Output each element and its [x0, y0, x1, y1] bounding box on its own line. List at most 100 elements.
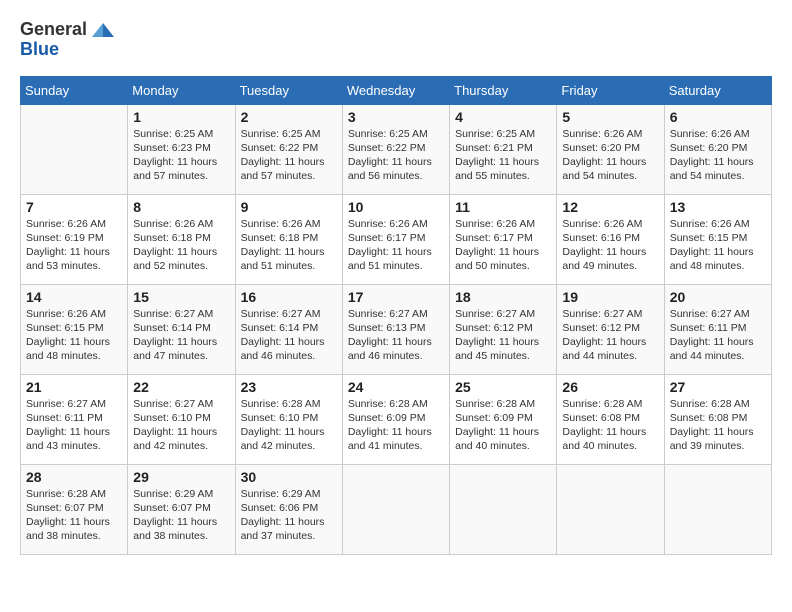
- calendar-cell: 21 Sunrise: 6:27 AM Sunset: 6:11 PM Dayli…: [21, 374, 128, 464]
- day-number: 27: [670, 379, 766, 395]
- calendar-week-row: 14 Sunrise: 6:26 AM Sunset: 6:15 PM Dayli…: [21, 284, 772, 374]
- cell-info: Sunrise: 6:27 AM Sunset: 6:10 PM Dayligh…: [133, 397, 229, 454]
- day-number: 12: [562, 199, 658, 215]
- day-number: 4: [455, 109, 551, 125]
- logo: General Blue: [20, 20, 114, 60]
- cell-info: Sunrise: 6:26 AM Sunset: 6:17 PM Dayligh…: [455, 217, 551, 274]
- cell-info: Sunrise: 6:27 AM Sunset: 6:14 PM Dayligh…: [241, 307, 337, 364]
- day-number: 19: [562, 289, 658, 305]
- calendar-cell: 2 Sunrise: 6:25 AM Sunset: 6:22 PM Daylig…: [235, 104, 342, 194]
- cell-info: Sunrise: 6:27 AM Sunset: 6:14 PM Dayligh…: [133, 307, 229, 364]
- day-number: 20: [670, 289, 766, 305]
- day-number: 23: [241, 379, 337, 395]
- calendar-table: SundayMondayTuesdayWednesdayThursdayFrid…: [20, 76, 772, 555]
- day-number: 6: [670, 109, 766, 125]
- calendar-cell: 1 Sunrise: 6:25 AM Sunset: 6:23 PM Daylig…: [128, 104, 235, 194]
- day-number: 17: [348, 289, 444, 305]
- calendar-cell: 15 Sunrise: 6:27 AM Sunset: 6:14 PM Dayli…: [128, 284, 235, 374]
- day-number: 8: [133, 199, 229, 215]
- day-number: 7: [26, 199, 122, 215]
- calendar-cell: 25 Sunrise: 6:28 AM Sunset: 6:09 PM Dayli…: [450, 374, 557, 464]
- calendar-week-row: 28Sunrise: 6:28 AM Sunset: 6:07 PM Dayli…: [21, 464, 772, 554]
- cell-info: Sunrise: 6:26 AM Sunset: 6:17 PM Dayligh…: [348, 217, 444, 274]
- day-number: 18: [455, 289, 551, 305]
- calendar-cell: 11Sunrise: 6:26 AM Sunset: 6:17 PM Dayli…: [450, 194, 557, 284]
- calendar-cell: [342, 464, 449, 554]
- day-number: 14: [26, 289, 122, 305]
- day-number: 10: [348, 199, 444, 215]
- calendar-cell: 14 Sunrise: 6:26 AM Sunset: 6:15 PM Dayli…: [21, 284, 128, 374]
- weekday-header: Sunday: [21, 76, 128, 104]
- calendar-cell: 16 Sunrise: 6:27 AM Sunset: 6:14 PM Dayli…: [235, 284, 342, 374]
- cell-info: Sunrise: 6:26 AM Sunset: 6:16 PM Dayligh…: [562, 217, 658, 274]
- calendar-cell: 3Sunrise: 6:25 AM Sunset: 6:22 PM Daylig…: [342, 104, 449, 194]
- weekday-header: Wednesday: [342, 76, 449, 104]
- day-number: 5: [562, 109, 658, 125]
- calendar-cell: 4 Sunrise: 6:25 AM Sunset: 6:21 PM Daylig…: [450, 104, 557, 194]
- day-number: 2: [241, 109, 337, 125]
- logo-blue: Blue: [20, 40, 114, 60]
- cell-info: Sunrise: 6:28 AM Sunset: 6:08 PM Dayligh…: [670, 397, 766, 454]
- calendar-week-row: 21 Sunrise: 6:27 AM Sunset: 6:11 PM Dayli…: [21, 374, 772, 464]
- cell-info: Sunrise: 6:26 AM Sunset: 6:15 PM Dayligh…: [670, 217, 766, 274]
- weekday-header: Thursday: [450, 76, 557, 104]
- calendar-cell: 7 Sunrise: 6:26 AM Sunset: 6:19 PM Daylig…: [21, 194, 128, 284]
- calendar-cell: 19 Sunrise: 6:27 AM Sunset: 6:12 PM Dayli…: [557, 284, 664, 374]
- cell-info: Sunrise: 6:28 AM Sunset: 6:09 PM Dayligh…: [348, 397, 444, 454]
- cell-info: Sunrise: 6:27 AM Sunset: 6:11 PM Dayligh…: [26, 397, 122, 454]
- calendar-week-row: 1 Sunrise: 6:25 AM Sunset: 6:23 PM Daylig…: [21, 104, 772, 194]
- logo-general: General: [20, 20, 114, 40]
- calendar-cell: 30Sunrise: 6:29 AM Sunset: 6:06 PM Dayli…: [235, 464, 342, 554]
- weekday-header: Tuesday: [235, 76, 342, 104]
- calendar-cell: 18 Sunrise: 6:27 AM Sunset: 6:12 PM Dayli…: [450, 284, 557, 374]
- calendar-cell: 20 Sunrise: 6:27 AM Sunset: 6:11 PM Dayli…: [664, 284, 771, 374]
- calendar-cell: 23 Sunrise: 6:28 AM Sunset: 6:10 PM Dayli…: [235, 374, 342, 464]
- cell-info: Sunrise: 6:27 AM Sunset: 6:12 PM Dayligh…: [455, 307, 551, 364]
- day-number: 16: [241, 289, 337, 305]
- cell-info: Sunrise: 6:26 AM Sunset: 6:18 PM Dayligh…: [133, 217, 229, 274]
- logo-sail-icon: [92, 21, 114, 39]
- calendar-cell: 12 Sunrise: 6:26 AM Sunset: 6:16 PM Dayli…: [557, 194, 664, 284]
- calendar-cell: 10 Sunrise: 6:26 AM Sunset: 6:17 PM Dayli…: [342, 194, 449, 284]
- cell-info: Sunrise: 6:28 AM Sunset: 6:10 PM Dayligh…: [241, 397, 337, 454]
- cell-info: Sunrise: 6:27 AM Sunset: 6:11 PM Dayligh…: [670, 307, 766, 364]
- cell-info: Sunrise: 6:27 AM Sunset: 6:12 PM Dayligh…: [562, 307, 658, 364]
- cell-info: Sunrise: 6:26 AM Sunset: 6:15 PM Dayligh…: [26, 307, 122, 364]
- calendar-header: SundayMondayTuesdayWednesdayThursdayFrid…: [21, 76, 772, 104]
- day-number: 21: [26, 379, 122, 395]
- logo-text: General Blue: [20, 20, 114, 60]
- day-number: 29: [133, 469, 229, 485]
- cell-info: Sunrise: 6:27 AM Sunset: 6:13 PM Dayligh…: [348, 307, 444, 364]
- calendar-cell: 24 Sunrise: 6:28 AM Sunset: 6:09 PM Dayli…: [342, 374, 449, 464]
- cell-info: Sunrise: 6:29 AM Sunset: 6:07 PM Dayligh…: [133, 487, 229, 544]
- weekday-header: Saturday: [664, 76, 771, 104]
- weekday-header: Monday: [128, 76, 235, 104]
- day-number: 1: [133, 109, 229, 125]
- cell-info: Sunrise: 6:25 AM Sunset: 6:22 PM Dayligh…: [241, 127, 337, 184]
- day-number: 15: [133, 289, 229, 305]
- day-number: 30: [241, 469, 337, 485]
- day-number: 22: [133, 379, 229, 395]
- cell-info: Sunrise: 6:25 AM Sunset: 6:21 PM Dayligh…: [455, 127, 551, 184]
- day-number: 13: [670, 199, 766, 215]
- calendar-cell: [21, 104, 128, 194]
- cell-info: Sunrise: 6:26 AM Sunset: 6:18 PM Dayligh…: [241, 217, 337, 274]
- calendar-cell: 17 Sunrise: 6:27 AM Sunset: 6:13 PM Dayli…: [342, 284, 449, 374]
- cell-info: Sunrise: 6:26 AM Sunset: 6:20 PM Dayligh…: [670, 127, 766, 184]
- cell-info: Sunrise: 6:25 AM Sunset: 6:23 PM Dayligh…: [133, 127, 229, 184]
- cell-info: Sunrise: 6:28 AM Sunset: 6:07 PM Dayligh…: [26, 487, 122, 544]
- cell-info: Sunrise: 6:28 AM Sunset: 6:08 PM Dayligh…: [562, 397, 658, 454]
- calendar-cell: [557, 464, 664, 554]
- calendar-cell: 29 Sunrise: 6:29 AM Sunset: 6:07 PM Dayli…: [128, 464, 235, 554]
- day-number: 26: [562, 379, 658, 395]
- calendar-cell: 28Sunrise: 6:28 AM Sunset: 6:07 PM Dayli…: [21, 464, 128, 554]
- day-number: 25: [455, 379, 551, 395]
- cell-info: Sunrise: 6:28 AM Sunset: 6:09 PM Dayligh…: [455, 397, 551, 454]
- cell-info: Sunrise: 6:26 AM Sunset: 6:19 PM Dayligh…: [26, 217, 122, 274]
- calendar-cell: [664, 464, 771, 554]
- calendar-cell: 26 Sunrise: 6:28 AM Sunset: 6:08 PM Dayli…: [557, 374, 664, 464]
- weekday-header: Friday: [557, 76, 664, 104]
- calendar-cell: 9Sunrise: 6:26 AM Sunset: 6:18 PM Daylig…: [235, 194, 342, 284]
- page-header: General Blue: [20, 20, 772, 60]
- day-number: 24: [348, 379, 444, 395]
